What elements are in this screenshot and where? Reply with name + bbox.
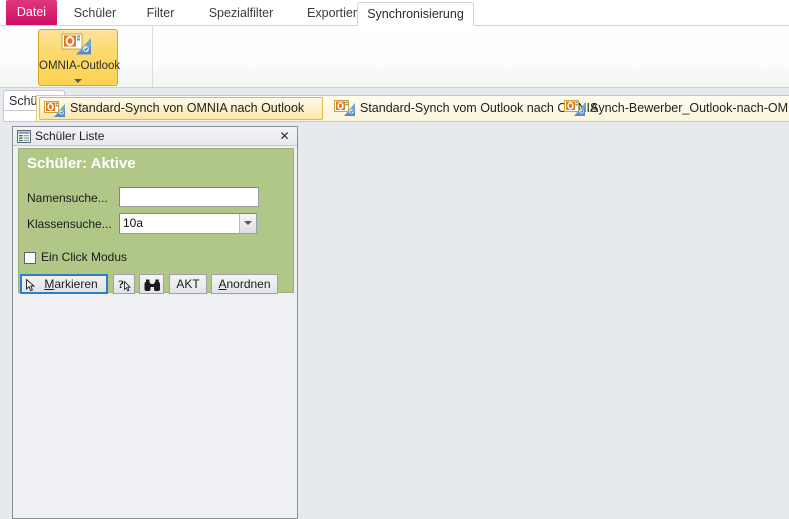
- close-icon[interactable]: ✕: [277, 129, 292, 144]
- namensuche-input[interactable]: [119, 187, 259, 207]
- window-title-bar[interactable]: Schüler Liste ✕: [13, 127, 297, 146]
- page-title: Schüler: Aktive: [27, 155, 136, 172]
- klassensuche-combobox[interactable]: 10a: [119, 213, 257, 234]
- anordnen-label: Anordnen: [212, 277, 277, 291]
- binoculars-icon: [144, 279, 161, 295]
- markieren-rest: arkieren: [54, 277, 98, 291]
- omnia-outlook-button[interactable]: OMNIA-Outlook: [38, 29, 121, 86]
- form-view-icon: [17, 130, 31, 143]
- access-application-window: Datei Schüler Filter Spezialfilter Expor…: [0, 0, 789, 519]
- anordnen-rest: nordnen: [226, 277, 271, 291]
- help-pointer-icon: ?: [118, 277, 132, 295]
- klassensuche-label: Klassensuche...: [27, 217, 112, 231]
- menu-item-synch-bewerber-outlook-nach-omnia[interactable]: Synch-Bewerber_Outlook-nach-OMNIA: [560, 97, 789, 120]
- chevron-down-icon[interactable]: [74, 79, 82, 83]
- klassensuche-value: 10a: [123, 216, 144, 230]
- omnia-outlook-icon: [564, 100, 588, 118]
- markieren-label: Markieren: [38, 277, 104, 291]
- menu-item-standard-synch-outlook-nach-omnia[interactable]: Standard-Synch vom Outlook nach OMNIA: [330, 97, 598, 120]
- cursor-arrow-icon: [26, 278, 37, 295]
- workspace-background: [304, 126, 789, 519]
- namensuche-label: Namensuche...: [27, 191, 108, 205]
- tab-spezialfilter[interactable]: Spezialfilter: [193, 2, 289, 26]
- markieren-button[interactable]: Markieren: [20, 274, 108, 294]
- markieren-accel: M: [44, 277, 55, 291]
- tab-datei[interactable]: Datei: [6, 0, 57, 25]
- akt-label: AKT: [176, 277, 200, 291]
- menu-item-label: Synch-Bewerber_Outlook-nach-OMNIA: [590, 101, 789, 115]
- chevron-down-icon[interactable]: [239, 214, 256, 233]
- tab-synchronisierung[interactable]: Synchronisierung: [357, 2, 474, 26]
- omnia-outlook-icon: [61, 33, 95, 59]
- menu-item-standard-synch-omnia-nach-outlook[interactable]: Standard-Synch von OMNIA nach Outlook: [39, 97, 323, 120]
- anordnen-button[interactable]: Anordnen: [211, 274, 278, 294]
- window-title: Schüler Liste: [35, 129, 105, 143]
- tab-filter[interactable]: Filter: [133, 2, 188, 26]
- svg-text:?: ?: [118, 277, 124, 291]
- form-header-panel: Schüler: Aktive Namensuche... Klassensuc…: [18, 148, 294, 293]
- suchen-button[interactable]: [139, 274, 164, 294]
- ribbon-group-synchronisierung: OMNIA-Outlook: [0, 26, 153, 87]
- schueler-form: Schüler: Aktive Namensuche... Klassensuc…: [14, 146, 297, 518]
- omnia-outlook-dropdown-menu: Standard-Synch von OMNIA nach Outlook St…: [36, 95, 789, 122]
- omnia-outlook-icon: [334, 100, 358, 118]
- menu-item-label: Standard-Synch von OMNIA nach Outlook: [70, 101, 305, 115]
- akt-button[interactable]: AKT: [169, 274, 207, 294]
- checkbox-box[interactable]: [24, 252, 36, 264]
- hilfe-button[interactable]: ?: [113, 274, 135, 294]
- tab-schueler[interactable]: Schüler: [62, 2, 128, 26]
- omnia-outlook-button-label: OMNIA-Outlook: [39, 60, 121, 72]
- ribbon-tab-bar: Datei Schüler Filter Spezialfilter Expor…: [0, 0, 789, 26]
- omnia-outlook-icon: [44, 101, 68, 119]
- ein-click-modus-label: Ein Click Modus: [41, 250, 128, 264]
- schueler-liste-window: Schüler Liste ✕ Schüler: Aktive Namensuc…: [12, 126, 298, 519]
- ribbon-body: OMNIA-Outlook: [0, 26, 789, 88]
